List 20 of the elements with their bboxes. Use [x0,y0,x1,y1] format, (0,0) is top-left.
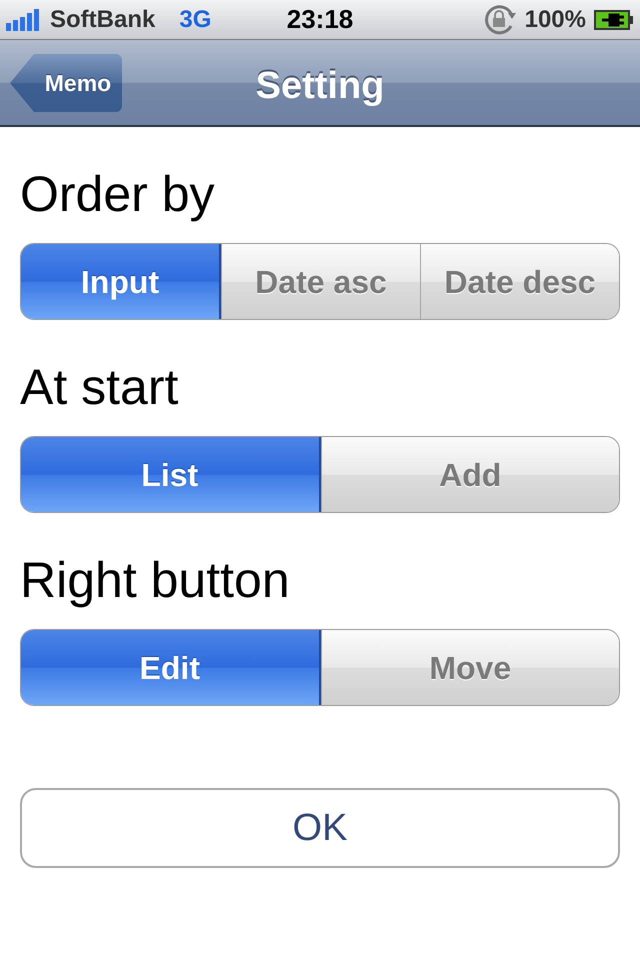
segment-option[interactable]: Edit [21,630,320,705]
segment-option[interactable]: Move [320,630,619,705]
segment-option[interactable]: Input [21,244,221,319]
section-heading: At start [19,358,180,417]
segment-option[interactable]: Date asc [221,244,420,319]
back-button[interactable]: Memo [10,54,122,112]
segment-option[interactable]: Date desc [420,244,619,319]
clock-time: 23:18 [286,3,354,36]
signal-icon [6,8,42,30]
segment-option[interactable]: List [21,437,320,512]
battery-charging-icon [594,10,634,30]
section-heading: Order by [19,165,216,224]
ok-button[interactable]: OK [20,788,620,868]
section-heading: Right button [19,551,291,610]
carrier-name: SoftBank [50,4,156,34]
segment-option[interactable]: Add [320,437,619,512]
battery-percent: 100% [524,4,586,34]
rotation-lock-icon [482,4,517,36]
network-type: 3G [179,4,212,34]
screen-title: Setting [256,64,384,109]
